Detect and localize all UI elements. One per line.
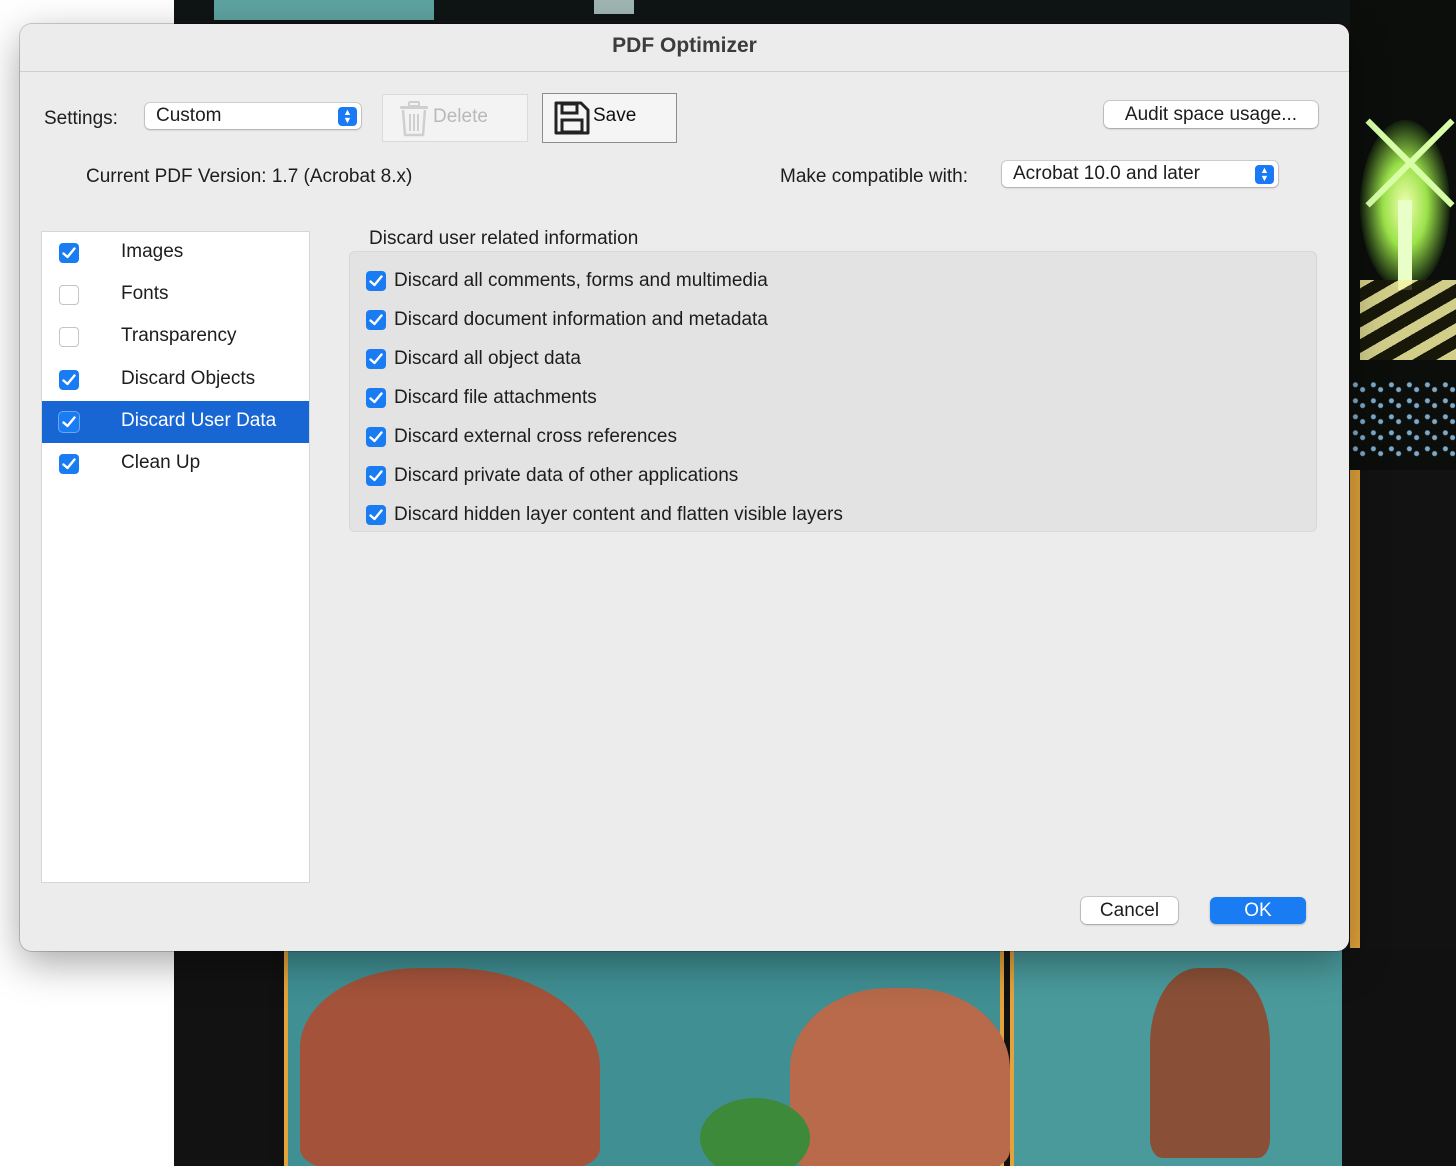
category-label: Images [121,241,184,262]
checkbox[interactable] [366,349,386,369]
option-label: Discard private data of other applicatio… [394,465,739,486]
option-label: Discard document information and metadat… [394,309,768,330]
checkmark-icon [369,392,383,404]
save-button-label: Save [593,105,637,126]
compatibility-popup[interactable]: Acrobat 10.0 and later ▲ ▼ [1002,161,1278,187]
checkmark-icon [369,470,383,482]
title-bar[interactable]: PDF Optimizer [20,24,1349,72]
ok-button[interactable]: OK [1210,897,1306,924]
trash-icon [397,101,431,142]
category-label: Discard Objects [121,368,256,389]
option-label: Discard external cross references [394,426,677,447]
category-item-discard-user-data[interactable]: Discard User Data [42,401,309,443]
comic-panel-top [174,0,1456,24]
checkmark-icon [62,416,76,428]
category-label: Clean Up [121,452,201,473]
option-label: Discard file attachments [394,387,597,408]
checkmark-icon [369,275,383,287]
checkbox[interactable] [59,243,79,263]
checkbox[interactable] [366,388,386,408]
category-label: Discard User Data [121,410,277,431]
checkbox[interactable] [59,285,79,305]
checkbox[interactable] [366,427,386,447]
compatibility-label: Make compatible with: [780,166,968,187]
option-label: Discard all object data [394,348,581,369]
category-label: Fonts [121,283,169,304]
checkmark-icon [369,509,383,521]
checkbox[interactable] [59,412,79,432]
checkbox[interactable] [366,505,386,525]
save-button[interactable]: Save [542,93,677,143]
category-item-clean-up[interactable]: Clean Up [42,443,309,485]
category-item-discard-objects[interactable]: Discard Objects [42,359,309,401]
compatibility-popup-value: Acrobat 10.0 and later [1013,163,1200,184]
checkmark-icon [369,431,383,443]
option-label: Discard hidden layer content and flatten… [394,504,843,525]
chevron-up-down-icon: ▲ ▼ [338,107,357,126]
category-item-images[interactable]: Images [42,232,309,274]
current-pdf-version: Current PDF Version: 1.7 (Acrobat 8.x) [86,166,413,187]
checkbox[interactable] [59,454,79,474]
options-group: Discard all comments, forms and multimed… [349,251,1317,532]
section-title: Discard user related information [369,228,639,249]
settings-label: Settings: [44,108,118,129]
checkmark-icon [62,374,76,386]
option-label: Discard all comments, forms and multimed… [394,270,768,291]
checkmark-icon [369,353,383,365]
checkbox[interactable] [59,370,79,390]
comic-panel-right [1350,0,1456,470]
cancel-button[interactable]: Cancel [1081,897,1178,924]
chevron-up-down-icon: ▲ ▼ [1255,165,1274,184]
pdf-optimizer-dialog: PDF Optimizer Settings: Custom ▲ ▼ Delete [20,24,1349,951]
dialog-title: PDF Optimizer [612,34,757,57]
checkbox[interactable] [366,466,386,486]
settings-popup[interactable]: Custom ▲ ▼ [145,103,361,129]
comic-panel-bottom [270,948,1456,1166]
category-list: Images Fonts Transparency Discard Object… [41,231,310,883]
category-item-fonts[interactable]: Fonts [42,274,309,316]
checkbox[interactable] [59,327,79,347]
checkmark-icon [62,247,76,259]
category-label: Transparency [121,325,237,346]
checkmark-icon [62,458,76,470]
delete-button-label: Delete [433,106,488,127]
checkbox[interactable] [366,271,386,291]
settings-popup-value: Custom [156,105,222,126]
category-item-transparency[interactable]: Transparency [42,316,309,358]
checkmark-icon [369,314,383,326]
audit-space-usage-button[interactable]: Audit space usage... [1104,101,1318,128]
checkbox[interactable] [366,310,386,330]
delete-button[interactable]: Delete [382,94,528,142]
floppy-disk-icon [553,100,591,141]
